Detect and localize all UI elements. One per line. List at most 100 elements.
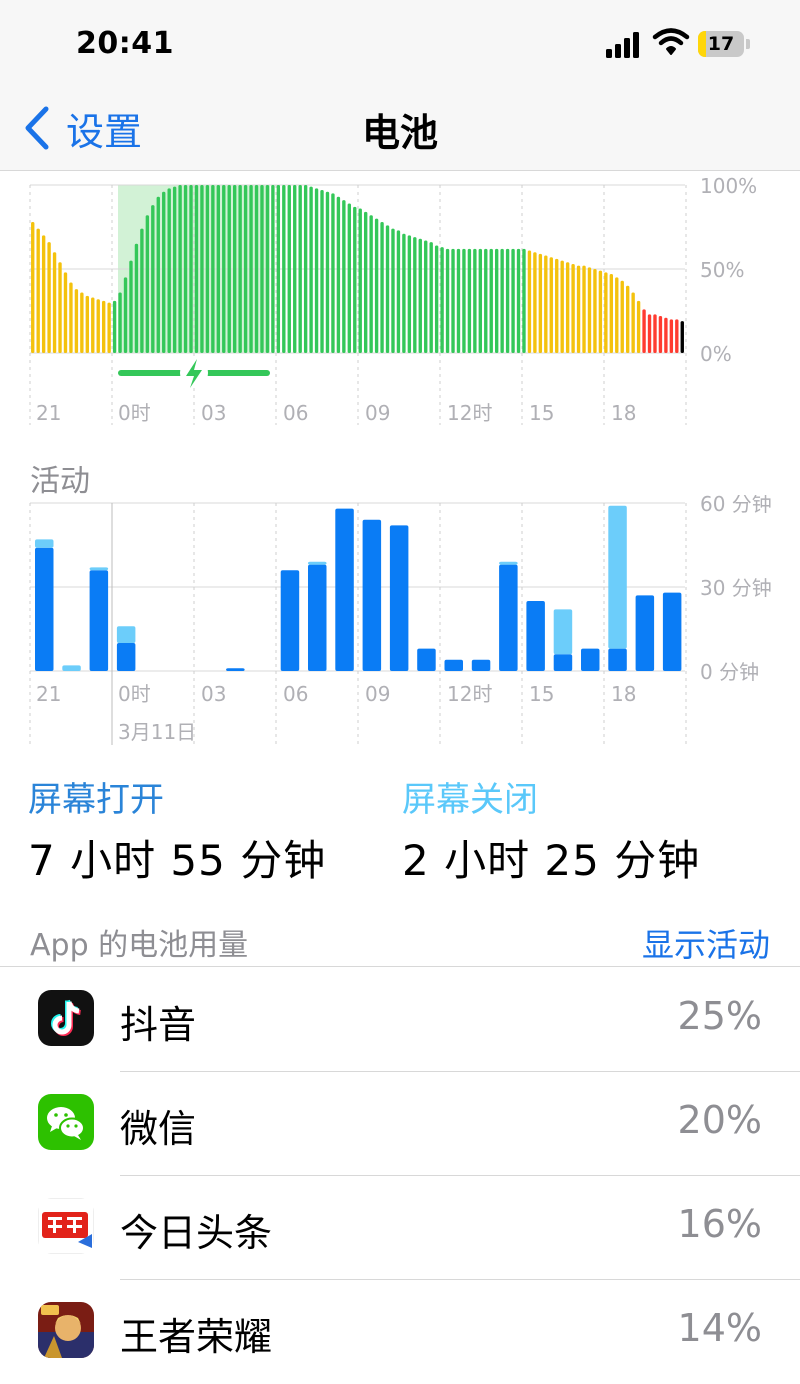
activity-bar-screen-on xyxy=(417,648,436,671)
x-tick-label: 09 xyxy=(365,401,390,425)
battery-bar xyxy=(36,228,40,353)
battery-bar xyxy=(200,185,204,353)
battery-level-svg: 100% 50% 0% 21 0时 03 06 09 12时 15 18 xyxy=(29,174,757,425)
battery-bar xyxy=(123,277,128,353)
battery-level-chart: 100% 50% 0% 21 0时 03 06 09 12时 15 18 xyxy=(0,170,800,430)
battery-bar xyxy=(615,277,619,353)
app-usage-header: App 的电池用量 显示活动 xyxy=(0,908,800,967)
battery-bar xyxy=(424,240,428,353)
activity-bar-screen-on xyxy=(226,668,245,671)
battery-bar xyxy=(396,230,401,353)
y-tick-label: 50% xyxy=(700,258,744,282)
activity-bar-screen-on xyxy=(471,659,491,671)
screen-on-value: 7 小时 55 分钟 xyxy=(28,836,327,885)
battery-bar xyxy=(282,185,286,353)
battery-bar xyxy=(363,211,368,353)
battery-bar xyxy=(587,267,592,353)
battery-bar xyxy=(183,185,188,353)
battery-bar xyxy=(385,225,390,353)
show-activity-button[interactable]: 显示活动 xyxy=(642,920,770,966)
battery-bar xyxy=(456,248,461,353)
activity-bar-screen-on xyxy=(553,654,573,671)
battery-bar xyxy=(254,185,259,353)
battery-bar xyxy=(140,228,144,353)
app-percent: 14% xyxy=(677,1306,762,1350)
x-tick-label: 21 xyxy=(36,401,61,425)
battery-bar xyxy=(249,185,253,353)
battery-bar xyxy=(172,186,177,353)
battery-bar xyxy=(609,274,614,353)
battery-bar xyxy=(309,186,313,353)
activity-bar-screen-off xyxy=(499,561,518,565)
activity-bar-screen-off xyxy=(553,609,573,655)
activity-bar-screen-on xyxy=(499,564,518,671)
app-percent: 16% xyxy=(677,1202,762,1246)
douyin-icon xyxy=(38,990,94,1046)
x-tick-label: 03 xyxy=(201,682,226,706)
app-row-wechat[interactable]: 微信 20% xyxy=(0,1072,800,1176)
battery-bar xyxy=(533,252,537,353)
status-and-nav-bar: 20:41 17 设置 电池 xyxy=(0,0,800,171)
battery-bar xyxy=(107,302,111,353)
app-name: 微信 xyxy=(120,1107,197,1151)
battery-bar xyxy=(434,245,439,353)
battery-bar xyxy=(478,248,483,353)
x-tick-label: 12时 xyxy=(447,401,492,425)
activity-svg: 60 分钟 30 分钟 0 分钟 21 0时 03 06 09 12时 15 18 3月11日 xyxy=(29,495,772,745)
battery-bar xyxy=(129,260,133,353)
battery-bar xyxy=(320,190,324,353)
activity-bar-screen-on xyxy=(581,648,600,671)
screen-off-title: 屏幕关闭 xyxy=(402,780,538,820)
app-row-honor-of-kings[interactable]: 王者荣耀 14% xyxy=(0,1280,800,1384)
battery-bar xyxy=(494,248,499,353)
battery-bar xyxy=(336,196,341,353)
battery-bar xyxy=(222,185,226,353)
screen-off-value: 2 小时 25 分钟 xyxy=(402,836,701,885)
battery-bar xyxy=(63,272,68,353)
battery-level: 17 xyxy=(707,33,735,55)
battery-bar xyxy=(669,319,674,353)
activity-chart: 60 分钟 30 分钟 0 分钟 21 0时 03 06 09 12时 15 18 3月11日 xyxy=(0,495,800,750)
app-row-douyin[interactable]: 抖音 25% xyxy=(0,968,800,1072)
x-tick-label: 09 xyxy=(365,682,390,706)
y-tick-label: 30 分钟 xyxy=(700,576,772,600)
battery-bar xyxy=(560,260,564,353)
battery-bar xyxy=(189,185,193,353)
activity-label: 活动 xyxy=(30,464,90,499)
battery-bar xyxy=(658,316,663,353)
battery-bar xyxy=(604,272,608,353)
activity-bar-screen-on xyxy=(635,595,655,671)
battery-bar xyxy=(549,257,553,353)
x-tick-label: 18 xyxy=(611,682,636,706)
battery-bar xyxy=(505,248,510,353)
battery-bar xyxy=(314,188,319,353)
battery-bar xyxy=(232,185,237,353)
battery-bar xyxy=(462,248,466,353)
battery-bar xyxy=(167,188,171,353)
battery-bar xyxy=(194,185,199,353)
battery-bar xyxy=(85,295,90,353)
battery-bar xyxy=(151,205,155,353)
battery-bar xyxy=(69,282,73,353)
app-name: 王者荣耀 xyxy=(120,1315,273,1359)
battery-bar xyxy=(653,314,657,353)
battery-bar xyxy=(675,319,679,353)
app-row-toutiao[interactable]: 今日头条 16% xyxy=(0,1176,800,1280)
activity-bar-screen-on xyxy=(308,564,327,671)
battery-bar xyxy=(358,208,362,353)
battery-bar xyxy=(544,255,548,353)
battery-bar xyxy=(407,235,412,353)
battery-bar xyxy=(565,262,570,353)
battery-bar xyxy=(467,248,472,353)
battery-bar xyxy=(625,285,630,353)
page-title: 电池 xyxy=(361,111,438,155)
activity-bar-screen-off xyxy=(116,626,136,643)
battery-bar xyxy=(31,221,35,353)
screen-on-title: 屏幕打开 xyxy=(28,780,164,820)
battery-bar xyxy=(664,317,668,353)
x-tick-label: 06 xyxy=(283,682,308,706)
wechat-icon xyxy=(38,1094,94,1150)
activity-bar-screen-on xyxy=(362,519,382,671)
app-name: 今日头条 xyxy=(120,1211,273,1255)
battery-bar xyxy=(276,185,281,353)
